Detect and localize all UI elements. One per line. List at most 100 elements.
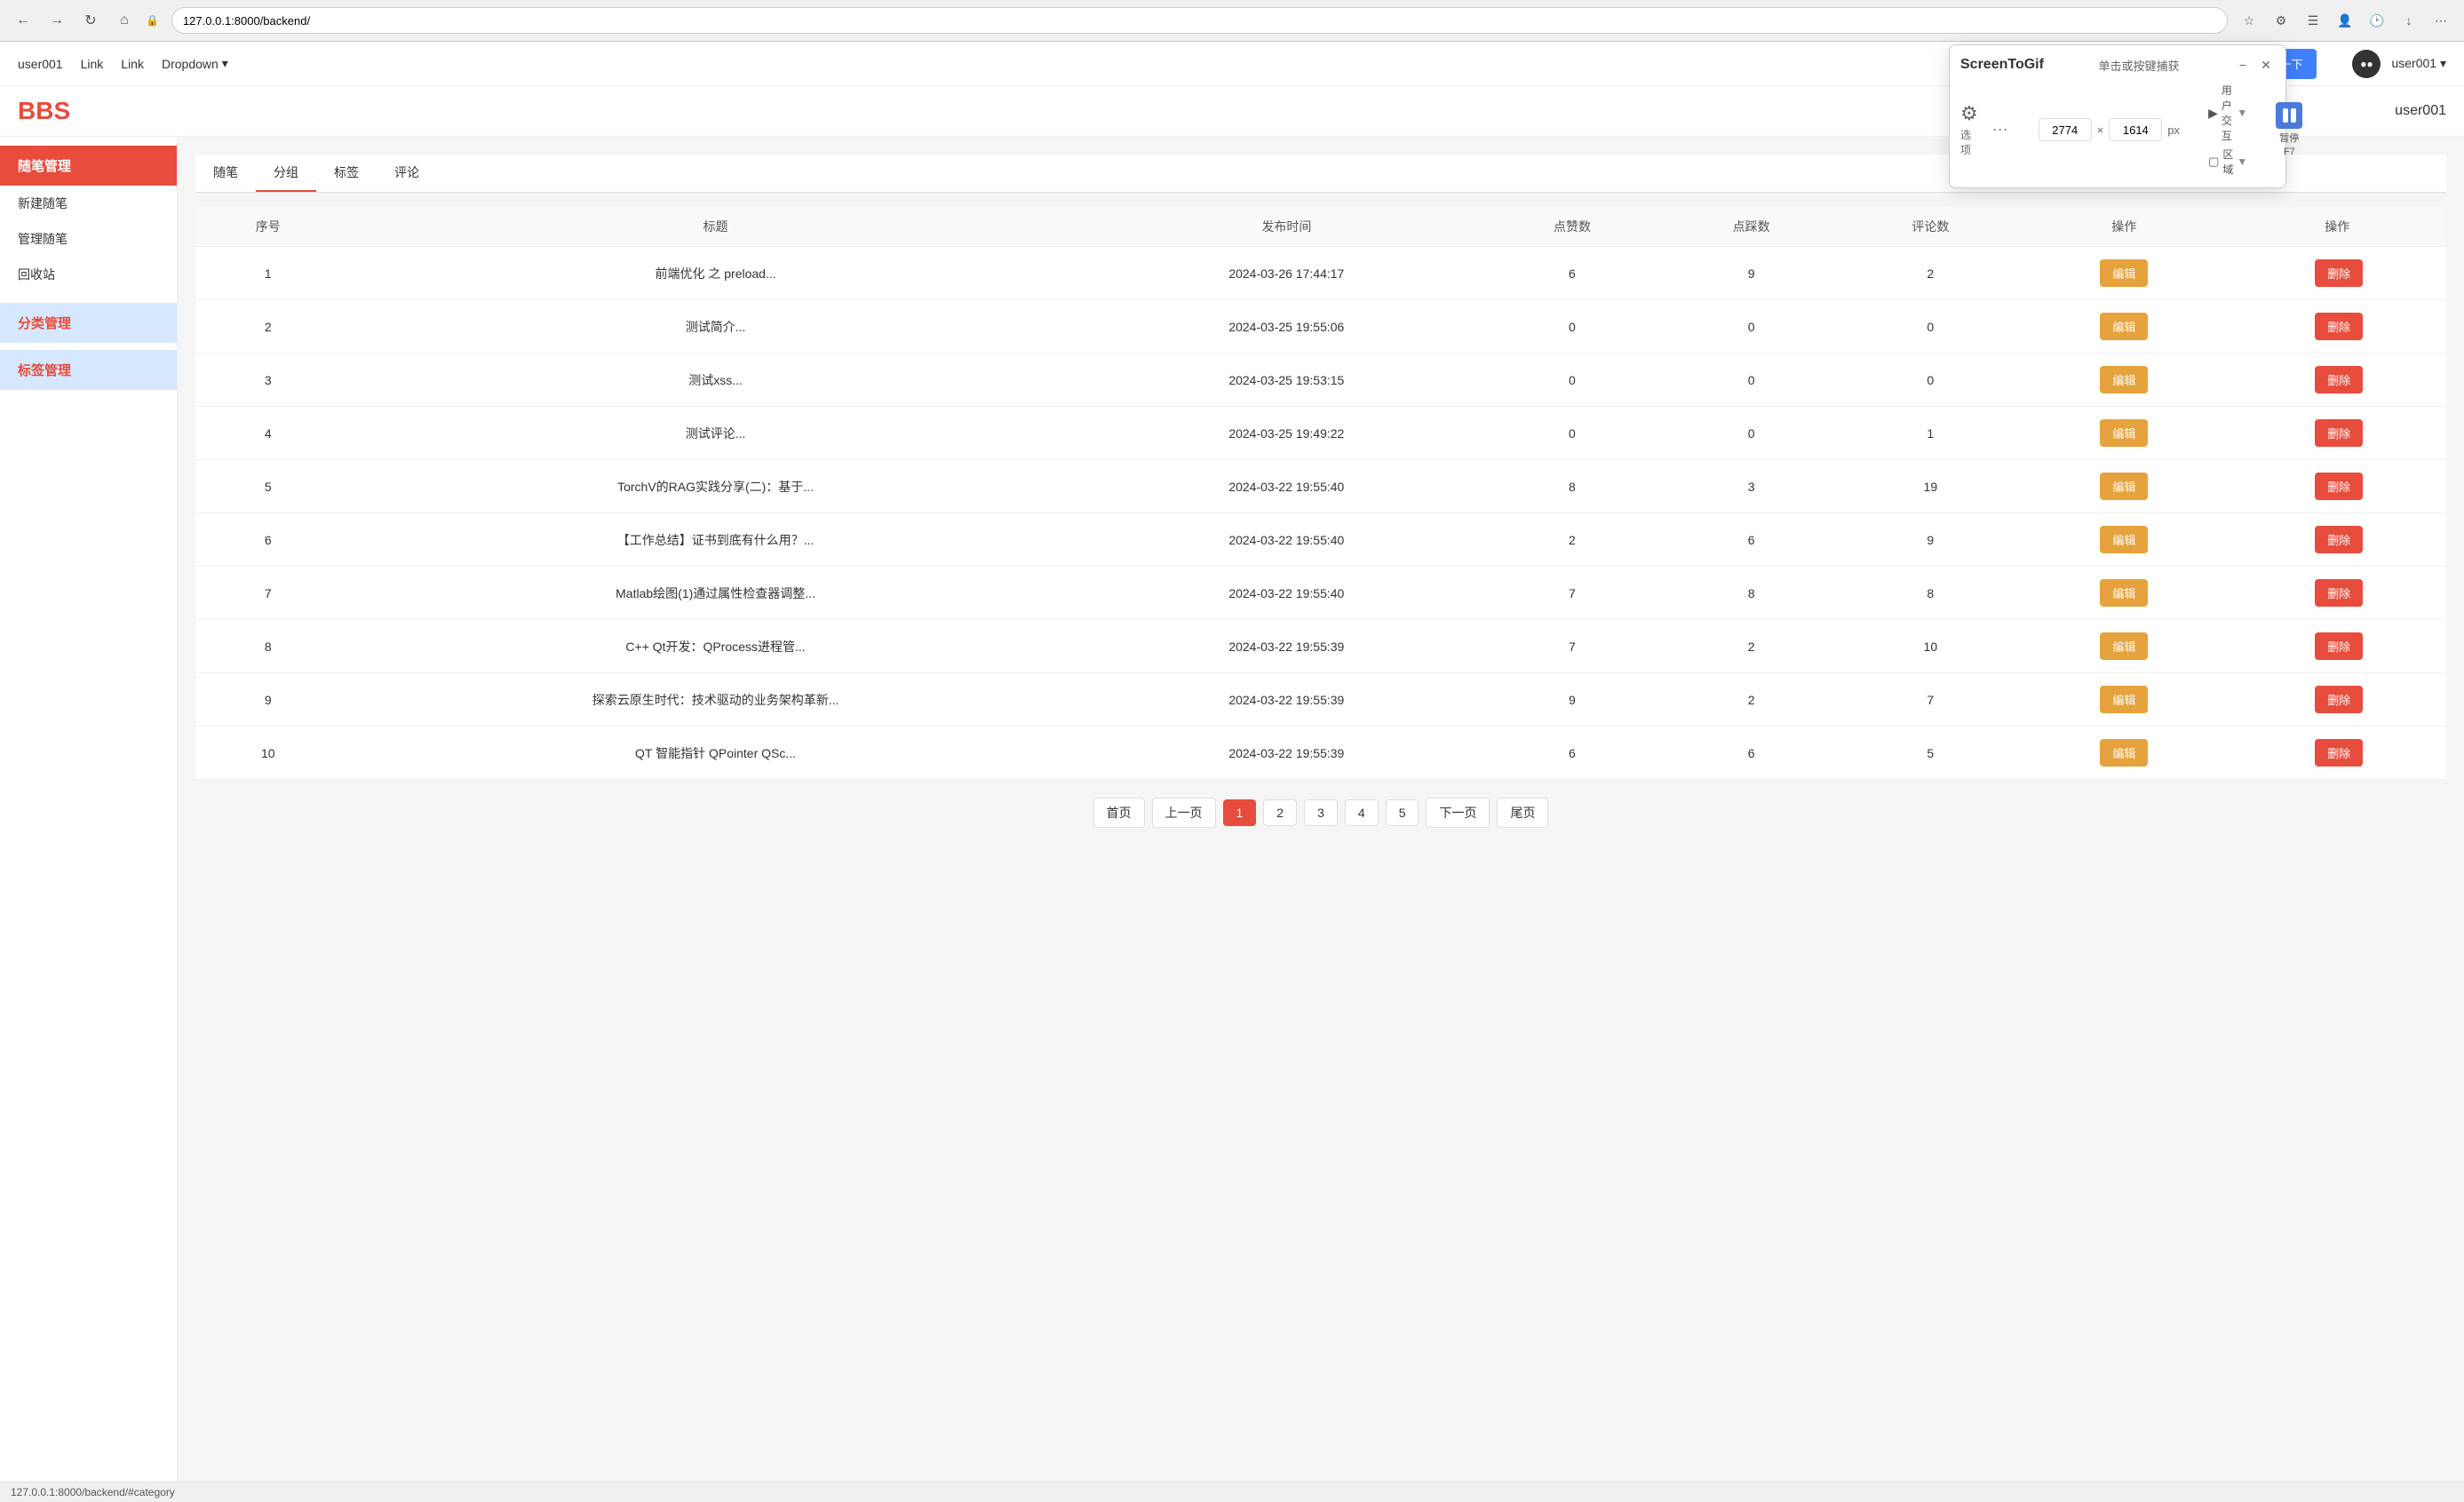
col-header-title: 标题 [341, 207, 1091, 247]
col-header-time: 发布时间 [1091, 207, 1483, 247]
table-row: 3 测试xss... 2024-03-25 19:53:15 0 0 0 编辑 … [195, 354, 2446, 407]
delete-button[interactable]: 删除 [2315, 366, 2363, 393]
edit-button[interactable]: 编辑 [2100, 473, 2148, 500]
cell-likes: 0 [1482, 354, 1662, 407]
cell-likes: 0 [1482, 300, 1662, 354]
tab-tags[interactable]: 标签 [316, 155, 377, 192]
edit-button[interactable]: 编辑 [2100, 366, 2148, 393]
nav-link-2[interactable]: Link [121, 57, 144, 71]
nav-right: ●● user001 ▾ [2352, 50, 2446, 78]
user-dropdown-arrow-icon: ▾ [2440, 56, 2446, 70]
edit-button[interactable]: 编辑 [2100, 739, 2148, 767]
edit-button[interactable]: 编辑 [2100, 419, 2148, 447]
edit-button[interactable]: 编辑 [2100, 313, 2148, 340]
cell-dislikes: 2 [1662, 620, 1841, 673]
interaction-dropdown-icon[interactable]: ▼ [2237, 107, 2247, 119]
address-bar[interactable] [171, 7, 2228, 34]
edit-button[interactable]: 编辑 [2100, 259, 2148, 287]
cell-dislikes: 9 [1662, 247, 1841, 300]
tab-essays[interactable]: 随笔 [195, 155, 256, 192]
cell-dislikes: 0 [1662, 300, 1841, 354]
home-button[interactable]: ⌂ [112, 8, 137, 33]
delete-button[interactable]: 删除 [2315, 259, 2363, 287]
sidebar-header-essays[interactable]: 随笔管理 [0, 146, 177, 186]
history-button[interactable]: 🕑 [2365, 8, 2389, 33]
bookmark-star-button[interactable]: ☆ [2237, 8, 2261, 33]
screen-capture-pause[interactable]: 暂停 F7 [2276, 102, 2302, 157]
screen-capture-close[interactable]: ✕ [2257, 56, 2275, 74]
cell-comments: 7 [1840, 673, 2020, 727]
cell-delete: 删除 [2229, 673, 2446, 727]
refresh-button[interactable]: ↻ [78, 8, 103, 33]
edit-button[interactable]: 编辑 [2100, 632, 2148, 660]
interaction-row: ▶ 用户交互 ▼ [2208, 83, 2247, 143]
pagination-page-1[interactable]: 1 [1223, 799, 1257, 826]
cell-id: 10 [195, 727, 341, 780]
cell-time: 2024-03-25 19:55:06 [1091, 300, 1483, 354]
nav-user-right[interactable]: user001 ▾ [2391, 56, 2446, 71]
sidebar-item-manage-essays[interactable]: 管理随笔 [0, 221, 177, 257]
pagination-next[interactable]: 下一页 [1426, 798, 1490, 828]
pagination-page-2[interactable]: 2 [1263, 799, 1297, 826]
edit-button[interactable]: 编辑 [2100, 686, 2148, 713]
screen-capture-settings[interactable]: ⚙ 选项 [1960, 102, 1978, 157]
region-dropdown-icon[interactable]: ▼ [2237, 155, 2247, 168]
sidebar-item-new-essay[interactable]: 新建随笔 [0, 186, 177, 221]
col-header-likes: 点赞数 [1482, 207, 1662, 247]
tab-group[interactable]: 分组 [256, 155, 316, 192]
download-button[interactable]: ↓ [2396, 8, 2421, 33]
pagination-page-3[interactable]: 3 [1304, 799, 1338, 826]
cell-comments: 10 [1840, 620, 2020, 673]
nav-username: user001 [18, 57, 63, 71]
cell-delete: 删除 [2229, 727, 2446, 780]
forward-button[interactable]: → [44, 8, 69, 33]
nav-dropdown[interactable]: Dropdown ▾ [162, 56, 228, 71]
col-header-dislikes: 点踩数 [1662, 207, 1841, 247]
edit-button[interactable]: 编辑 [2100, 526, 2148, 553]
dropdown-arrow-icon: ▾ [222, 56, 228, 71]
cell-delete: 删除 [2229, 513, 2446, 567]
delete-button[interactable]: 删除 [2315, 739, 2363, 767]
screen-capture-subtitle[interactable]: 单击或按键捕获 [2098, 57, 2179, 74]
width-input[interactable] [2039, 118, 2092, 141]
extensions-button[interactable]: ⚙ [2269, 8, 2293, 33]
lock-icon: 🔒 [146, 14, 159, 27]
pagination-first[interactable]: 首页 [1093, 798, 1145, 828]
sidebar-button[interactable]: ☰ [2301, 8, 2325, 33]
more-button[interactable]: ⋯ [2428, 8, 2453, 33]
nav-link-1[interactable]: Link [81, 57, 104, 71]
cell-delete: 删除 [2229, 460, 2446, 513]
cell-title: C++ Qt开发：QProcess进程管... [341, 620, 1091, 673]
region-label: 区域 [2222, 147, 2233, 177]
cell-edit: 编辑 [2020, 407, 2228, 460]
more-options-icon[interactable]: ⋯ [1992, 121, 2010, 139]
height-input[interactable] [2109, 118, 2162, 141]
cell-title: TorchV的RAG实践分享(二)：基于... [341, 460, 1091, 513]
delete-button[interactable]: 删除 [2315, 632, 2363, 660]
pagination-page-4[interactable]: 4 [1345, 799, 1379, 826]
sidebar-item-trash[interactable]: 回收站 [0, 257, 177, 292]
delete-button[interactable]: 删除 [2315, 313, 2363, 340]
pagination-last[interactable]: 尾页 [1497, 798, 1548, 828]
tab-comments[interactable]: 评论 [377, 155, 437, 192]
cell-comments: 2 [1840, 247, 2020, 300]
delete-button[interactable]: 删除 [2315, 473, 2363, 500]
table-row: 6 【工作总结】证书到底有什么用？... 2024-03-22 19:55:40… [195, 513, 2446, 567]
screen-capture-minimize[interactable]: − [2234, 56, 2252, 74]
delete-button[interactable]: 删除 [2315, 579, 2363, 607]
sidebar: 随笔管理 新建随笔 管理随笔 回收站 分类管理 标签管理 [0, 137, 178, 1482]
delete-button[interactable]: 删除 [2315, 686, 2363, 713]
edit-button[interactable]: 编辑 [2100, 579, 2148, 607]
pause-label: 暂停 [2279, 131, 2299, 145]
pagination-prev[interactable]: 上一页 [1152, 798, 1216, 828]
sidebar-header-tags[interactable]: 标签管理 [0, 350, 177, 390]
pause-key: F7 [2284, 147, 2295, 157]
pagination-page-5[interactable]: 5 [1386, 799, 1419, 826]
delete-button[interactable]: 删除 [2315, 419, 2363, 447]
delete-button[interactable]: 删除 [2315, 526, 2363, 553]
content-area: 随笔 分组 标签 评论 序号 标题 发布时间 点赞数 点踩数 评论数 操作 操作 [178, 137, 2464, 1482]
sidebar-header-categories[interactable]: 分类管理 [0, 303, 177, 343]
cell-edit: 编辑 [2020, 727, 2228, 780]
profile-button[interactable]: 👤 [2333, 8, 2357, 33]
back-button[interactable]: ← [11, 8, 36, 33]
